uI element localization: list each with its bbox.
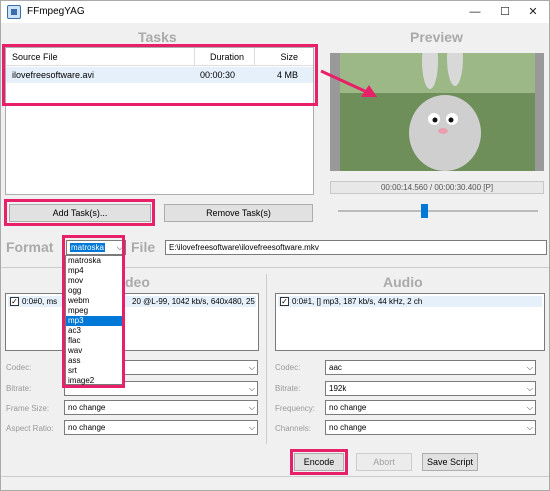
frame-size-label: Frame Size: bbox=[6, 404, 50, 413]
format-option[interactable]: image2 bbox=[66, 376, 122, 386]
audio-stream-checkbox[interactable]: ✓ bbox=[280, 297, 289, 306]
row-duration: 00:00:30 bbox=[200, 70, 236, 80]
audio-bitrate-label: Bitrate: bbox=[275, 384, 301, 393]
encode-button[interactable]: Encode bbox=[294, 453, 344, 471]
video-title: deo bbox=[125, 274, 150, 290]
aspect-ratio-label: Aspect Ratio: bbox=[6, 424, 54, 433]
format-label: Format bbox=[6, 239, 54, 255]
format-option[interactable]: mp3 bbox=[66, 316, 122, 326]
audio-streams-list[interactable]: ✓ 0:0#1, [] mp3, 187 kb/s, 44 kHz, 2 ch bbox=[275, 293, 545, 351]
audio-codec-select[interactable]: aac ⌵ bbox=[325, 360, 536, 375]
format-option[interactable]: ac3 bbox=[66, 326, 122, 336]
chevron-down-icon: ⌵ bbox=[526, 403, 533, 412]
audio-codec-label: Codec: bbox=[275, 363, 301, 372]
video-bitrate-label: Bitrate: bbox=[6, 384, 32, 393]
video-streams-list[interactable]: ✓ 0:0#0, ms 20 @L-99, 1042 kb/s, 640x480… bbox=[5, 293, 259, 351]
chevron-down-icon: ⌵ bbox=[116, 243, 123, 252]
list-item[interactable]: ✓ 0:0#1, [] mp3, 187 kb/s, 44 kHz, 2 ch bbox=[278, 296, 542, 307]
format-option[interactable]: mpeg bbox=[66, 306, 122, 316]
format-option[interactable]: flac bbox=[66, 336, 122, 346]
aspect-ratio-select[interactable]: no change ⌵ bbox=[64, 420, 258, 435]
tasks-title: Tasks bbox=[138, 29, 177, 45]
divider bbox=[266, 274, 267, 444]
list-item[interactable]: ✓ 0:0#0, ms 20 @L-99, 1042 kb/s, 640x480… bbox=[8, 296, 256, 307]
format-option[interactable]: matroska bbox=[66, 256, 122, 266]
output-file-input[interactable]: E:\ilovefreesoftware\ilovefreesoftware.m… bbox=[165, 240, 547, 255]
format-option[interactable]: ass bbox=[66, 356, 122, 366]
table-header bbox=[6, 48, 313, 66]
format-dropdown-list[interactable]: matroska mp4 mov ogg webm mpeg mp3 ac3 flac wav as… bbox=[65, 255, 123, 385]
arrow-icon bbox=[320, 69, 377, 97]
format-option[interactable]: srt bbox=[66, 366, 122, 376]
status-bar bbox=[1, 476, 549, 490]
format-option[interactable]: mov bbox=[66, 276, 122, 286]
video-stream-prefix: 0:0#0, ms bbox=[22, 297, 58, 306]
chevron-down-icon: ⌵ bbox=[248, 423, 255, 432]
chevron-down-icon: ⌵ bbox=[526, 363, 533, 372]
title-bar: FFmpegYAG — ☐ ✕ bbox=[1, 1, 549, 23]
audio-title: Audio bbox=[383, 274, 423, 290]
format-selected-value: matroska bbox=[70, 243, 105, 252]
preview-title: Preview bbox=[410, 29, 463, 45]
preview-time: 00:00:14.560 / 00:00:30.400 [P] bbox=[330, 181, 544, 194]
chevron-down-icon: ⌵ bbox=[248, 384, 255, 393]
format-option[interactable]: mp4 bbox=[66, 266, 122, 276]
frequency-label: Frequency: bbox=[275, 404, 316, 413]
app-icon bbox=[7, 5, 21, 19]
add-tasks-button[interactable]: Add Task(s)... bbox=[9, 204, 151, 222]
minimize-icon[interactable]: — bbox=[461, 3, 489, 21]
abort-button[interactable]: Abort bbox=[356, 453, 412, 471]
close-icon[interactable]: ✕ bbox=[519, 3, 547, 21]
save-script-button[interactable]: Save Script bbox=[422, 453, 478, 471]
preview-slider-track[interactable] bbox=[338, 210, 538, 212]
format-option[interactable]: ogg bbox=[66, 286, 122, 296]
maximize-icon[interactable]: ☐ bbox=[491, 3, 519, 21]
chevron-down-icon: ⌵ bbox=[248, 403, 255, 412]
tasks-table[interactable]: Source File Duration Size ilovefreesoftw… bbox=[5, 47, 314, 195]
chevron-down-icon: ⌵ bbox=[526, 423, 533, 432]
channels-label: Channels: bbox=[275, 424, 312, 433]
format-option[interactable]: wav bbox=[66, 346, 122, 356]
row-file: ilovefreesoftware.avi bbox=[12, 70, 95, 80]
file-label: File bbox=[131, 239, 156, 255]
chevron-down-icon: ⌵ bbox=[526, 384, 533, 393]
app-window: FFmpegYAG — ☐ ✕ Tasks Source File Durati… bbox=[0, 0, 550, 491]
preview-slider-thumb[interactable] bbox=[421, 204, 428, 218]
video-stream-checkbox[interactable]: ✓ bbox=[10, 297, 19, 306]
frame-size-select[interactable]: no change ⌵ bbox=[64, 400, 258, 415]
audio-stream-label: 0:0#1, [] mp3, 187 kb/s, 44 kHz, 2 ch bbox=[292, 297, 423, 306]
video-stream-suffix: 20 @L-99, 1042 kb/s, 640x480, 25 bbox=[132, 297, 255, 306]
channels-select[interactable]: no change ⌵ bbox=[325, 420, 536, 435]
remove-tasks-button[interactable]: Remove Task(s) bbox=[164, 204, 313, 222]
table-row[interactable]: ilovefreesoftware.avi 00:00:30 4 MB bbox=[6, 67, 313, 83]
audio-bitrate-select[interactable]: 192k ⌵ bbox=[325, 381, 536, 396]
row-size: 4 MB bbox=[277, 70, 299, 80]
window-title: FFmpegYAG bbox=[27, 6, 85, 17]
format-select[interactable]: matroska ⌵ bbox=[66, 240, 126, 255]
video-codec-label: Codec: bbox=[6, 363, 32, 372]
chevron-down-icon: ⌵ bbox=[248, 363, 255, 372]
frequency-select[interactable]: no change ⌵ bbox=[325, 400, 536, 415]
format-option[interactable]: webm bbox=[66, 296, 122, 306]
